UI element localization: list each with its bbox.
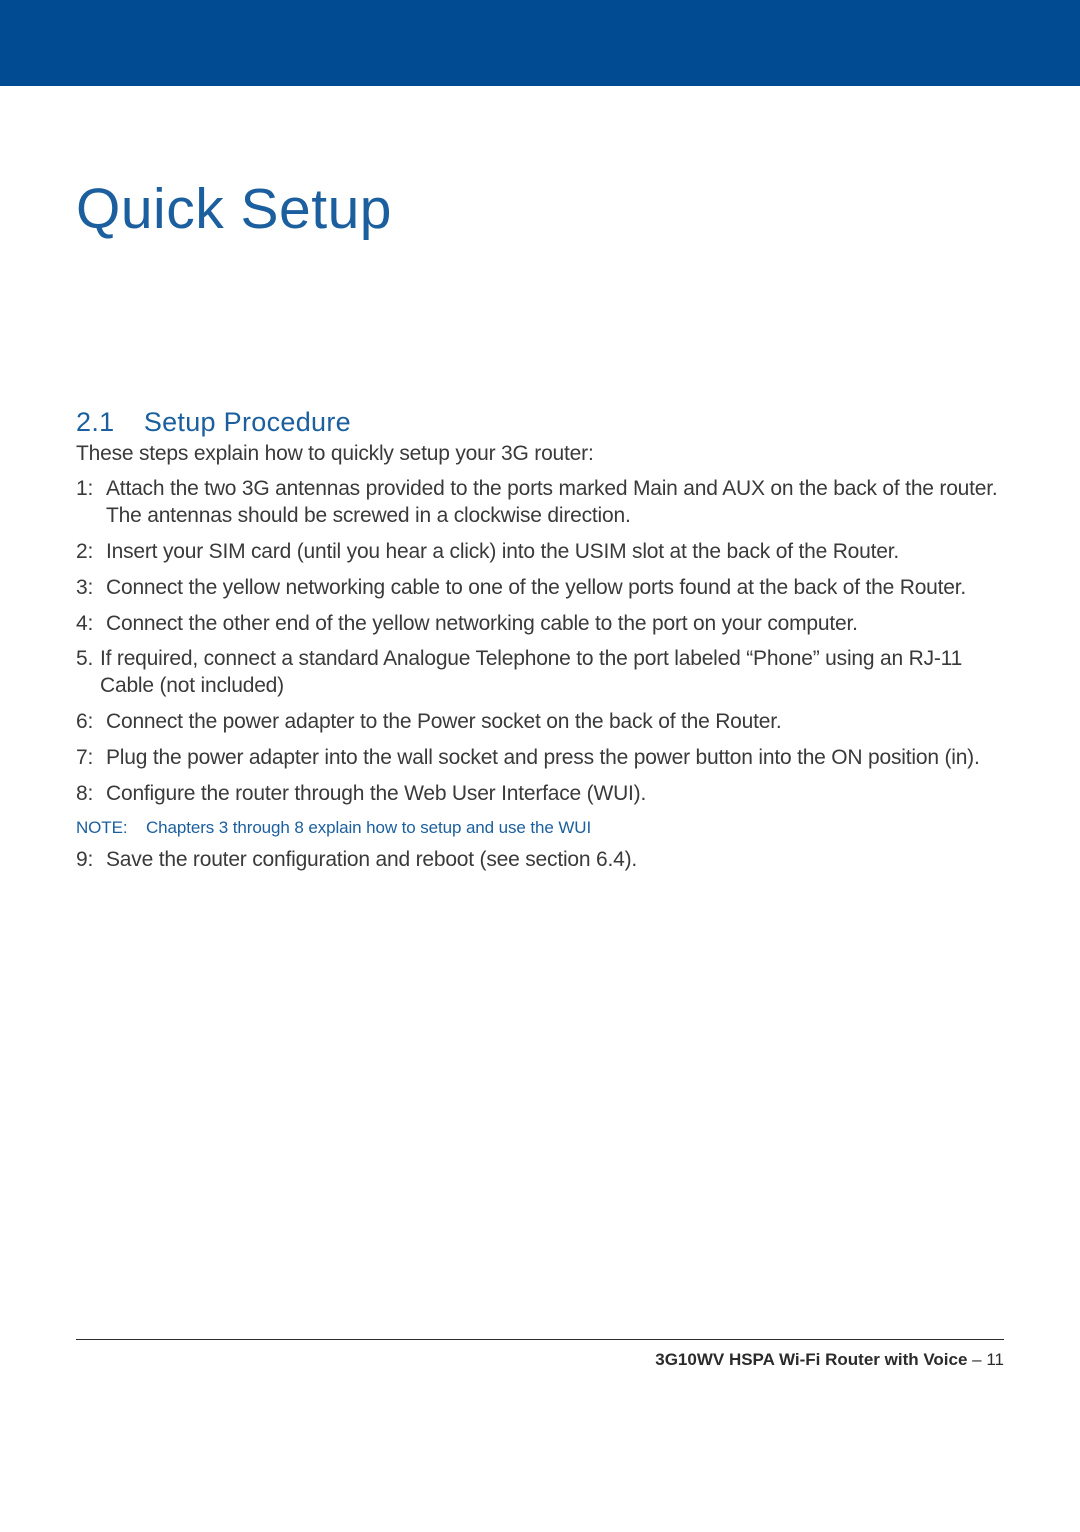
steps-list: 1: Attach the two 3G antennas provided t… [76, 476, 1004, 873]
section-heading: 2.1 Setup Procedure [76, 407, 1004, 438]
step-text: Connect the yellow networking cable to o… [106, 575, 1004, 602]
step-marker: 4: [76, 611, 106, 638]
footer-product: 3G10WV HSPA Wi-Fi Router with Voice [655, 1350, 967, 1369]
header-bar [0, 0, 1080, 86]
list-item: 6: Connect the power adapter to the Powe… [76, 709, 1004, 736]
step-text: Connect the other end of the yellow netw… [106, 611, 1004, 638]
list-item: 7: Plug the power adapter into the wall … [76, 745, 1004, 772]
footer-page: 11 [986, 1350, 1004, 1369]
list-item: 9: Save the router configuration and reb… [76, 847, 1004, 874]
step-text: Attach the two 3G antennas provided to t… [106, 476, 1004, 530]
page-title: Quick Setup [76, 176, 1004, 242]
step-text: Configure the router through the Web Use… [106, 781, 1004, 808]
step-marker: 3: [76, 575, 106, 602]
list-item: 2: Insert your SIM card (until you hear … [76, 539, 1004, 566]
section-number: 2.1 [76, 407, 136, 438]
footer-divider [76, 1339, 1004, 1340]
note-label: NOTE: [76, 817, 146, 839]
page-footer: 3G10WV HSPA Wi-Fi Router with Voice – 11 [76, 1339, 1004, 1370]
step-marker: 9: [76, 847, 106, 874]
section-name: Setup Procedure [144, 407, 351, 437]
step-marker: 2: [76, 539, 106, 566]
step-text: If required, connect a standard Analogue… [100, 646, 1004, 700]
list-item: 3: Connect the yellow networking cable t… [76, 575, 1004, 602]
list-item: 8: Configure the router through the Web … [76, 781, 1004, 808]
step-marker: 7: [76, 745, 106, 772]
intro-text: These steps explain how to quickly setup… [76, 442, 1004, 466]
note-row: NOTE: Chapters 3 through 8 explain how t… [76, 817, 1004, 839]
step-text: Plug the power adapter into the wall soc… [106, 745, 1004, 772]
footer-sep: – [967, 1350, 986, 1369]
list-item: 5. If required, connect a standard Analo… [76, 646, 1004, 700]
footer-text: 3G10WV HSPA Wi-Fi Router with Voice – 11 [76, 1350, 1004, 1370]
page-content: Quick Setup 2.1 Setup Procedure These st… [0, 176, 1080, 873]
step-marker: 1: [76, 476, 106, 530]
step-text: Save the router configuration and reboot… [106, 847, 1004, 874]
note-text: Chapters 3 through 8 explain how to setu… [146, 817, 591, 839]
step-text: Connect the power adapter to the Power s… [106, 709, 1004, 736]
step-marker: 6: [76, 709, 106, 736]
step-marker: 8: [76, 781, 106, 808]
list-item: 1: Attach the two 3G antennas provided t… [76, 476, 1004, 530]
step-text: Insert your SIM card (until you hear a c… [106, 539, 1004, 566]
list-item: 4: Connect the other end of the yellow n… [76, 611, 1004, 638]
